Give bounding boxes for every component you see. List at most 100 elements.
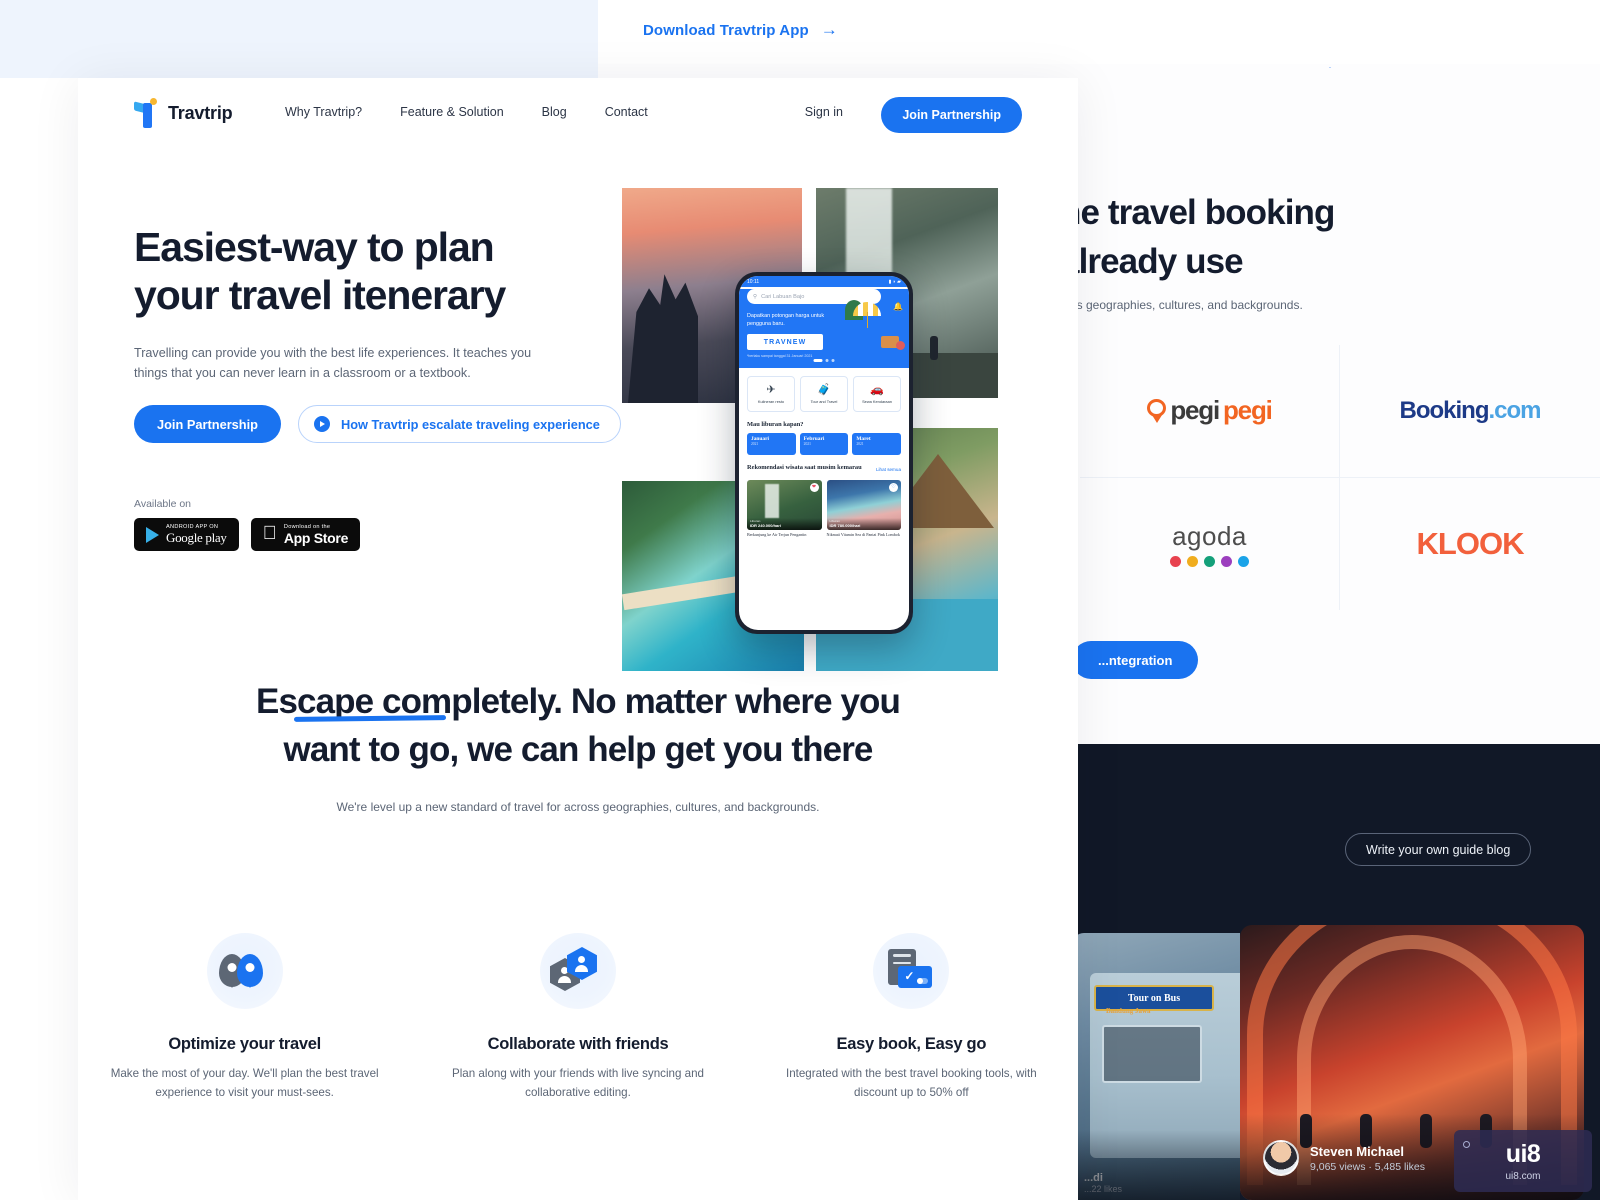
phone-rec-caption: Berkunjung ke Air Terjun Pengantin [747,532,807,538]
brand-name: Travtrip [168,102,233,123]
write-guide-blog-button[interactable]: Write your own guide blog [1345,833,1532,866]
blog-card-a-meta: ...di ...22 likes [1072,1172,1122,1194]
phone-banner-illustration [845,300,907,352]
partner-logo-agoda: agoda [1080,477,1340,610]
hero-subtitle: Travelling can provide you with the best… [134,346,532,381]
phone-search-placeholder: Cari Labuan Bajo [761,293,805,300]
download-app-label: Download Travtrip App [643,21,809,39]
partners-title: he travel booking already use [1060,193,1335,281]
phone-category-label: Sewa Kendaraan [862,398,892,404]
phone-rec-card[interactable]: ❤ Liburan IDR 240.000/hari Berkunjung ke… [747,479,822,538]
mid-title: Escape completely. No matter where you w… [256,682,901,769]
sign-in-link[interactable]: Sign in [805,105,843,119]
hero-title: Easiest-way to plan your travel itenerar… [134,223,574,320]
heart-outline-icon[interactable]: ♡ [889,482,898,492]
feature-card-easy-book: ✓ Easy book, Easy go Integrated with the… [745,933,1078,1103]
phone-rec-caption: Nikmati Vitamin Sea di Pantai Pink Lombo… [826,532,900,538]
author-stats: 9,065 views · 5,485 likes [1310,1160,1425,1173]
google-play-badge[interactable]: ANDROID APP ON Google play [134,518,239,551]
phone-month-chip[interactable]: Februari 2021 [799,433,849,456]
bus-sign-sub: Bandung Jawa [1106,1007,1151,1015]
feature-card-optimize: Optimize your travel Make the most of yo… [78,933,411,1103]
booking-card-icon: ✓ [873,933,950,1009]
feature-title: Optimize your travel [168,1035,321,1053]
feature-card-collaborate: Collaborate with friends Plan along with… [411,933,744,1103]
join-partnership-nav-button[interactable]: Join Partnership [881,97,1022,133]
watermark-url: ui8.com [1505,1171,1541,1182]
blog-card-a-author: ...di [1084,1172,1103,1184]
feature-description: Plan along with your friends with live s… [452,1067,704,1099]
brand-logo[interactable]: Travtrip [134,98,233,128]
partners-subtitle: ross geographies, cultures, and backgrou… [1060,298,1303,312]
phone-status-bar: 10:11 ▮ ◗ ▰ [739,276,909,287]
join-partnership-hero-button[interactable]: Join Partnership [134,405,281,443]
avatar [1263,1140,1299,1176]
phone-category-item[interactable]: ✈ Kulineran resto [747,376,795,413]
blog-card-tour-on-bus[interactable]: Tour on Bus Bandung Jawa ...di ...22 lik… [1072,933,1240,1200]
integration-button[interactable]: ...ntegration [1072,641,1199,679]
mid-section: Escape completely. No matter where you w… [78,678,1078,814]
phone-month-chip[interactable]: Januari 2021 [747,433,796,456]
phone-month-chip[interactable]: Maret 2021 [852,433,902,456]
nav-item-why-travtrip[interactable]: Why Travtrip? [285,105,362,119]
store-badges: ANDROID APP ON Google play  Download on… [134,518,361,551]
restaurant-icon: ✈ [766,383,776,396]
available-on-label: Available on [134,498,192,510]
heart-filled-icon[interactable]: ❤ [809,482,819,492]
phone-promo-text: Dapatkan potongan harga untuk pengguna b… [747,313,825,327]
phone-category-label: Tour and Travel [810,398,838,404]
partner-logo-grid: pegi pegi Booking.com agoda KLOOK [1080,345,1600,610]
phone-category-item[interactable]: 🚗 Sewa Kendaraan [853,376,901,413]
phone-see-all-link[interactable]: Lihat semua [876,467,901,473]
partner-logo-booking: Booking.com [1340,345,1600,478]
phone-month-row: Januari 2021 Februari 2021 Maret 2021 [739,428,909,456]
feature-title: Easy book, Easy go [836,1035,987,1053]
ui8-watermark: ui8 ui8.com [1454,1130,1592,1192]
background-tint-left [0,0,600,78]
phone-carousel-dots[interactable] [813,359,835,363]
blog-card-a-stats: ...22 likes [1084,1184,1123,1194]
main-page-card: Travtrip Why Travtrip? Feature & Solutio… [78,78,1078,1200]
pegipegi-pin-icon [1147,398,1167,423]
mid-subtitle: We're level up a new standard of travel … [336,799,820,814]
nav-links: Why Travtrip? Feature & Solution Blog Co… [285,105,648,119]
phone-screen: 10:11 ▮ ◗ ▰ ⚲ Cari Labuan Bajo 🔔 Dapatka… [739,276,909,630]
play-icon [313,416,330,432]
car-icon: 🚗 [870,383,884,396]
agoda-dots [1170,555,1249,567]
phone-status-icons: ▮ ◗ ▰ [888,278,901,285]
app-store-main: App Store [269,529,349,546]
author-name: Steven Michael [1310,1143,1404,1159]
phone-status-time: 10:11 [747,278,760,285]
phone-rec-card[interactable]: ♡ Liburan IDR 780.000/hari Nikmati Vitam… [826,479,901,538]
blog-author: Steven Michael 9,065 views · 5,485 likes [1263,1140,1425,1176]
map-pins-icon [206,933,283,1009]
phone-category-item[interactable]: 🧳 Tour and Travel [800,376,848,413]
partner-logo-klook: KLOOK [1416,525,1525,561]
download-app-link[interactable]: Download Travtrip App → [643,20,838,40]
phone-promo-code[interactable]: TRAVNEW [747,334,823,351]
phone-recommendation-cards: ❤ Liburan IDR 240.000/hari Berkunjung ke… [739,473,909,538]
arrow-right-icon: → [820,20,838,39]
google-play-main: Google play [166,530,227,546]
phone-hero-banner: ⚲ Cari Labuan Bajo 🔔 Dapatkan potongan h… [739,289,909,369]
hero-title-line2: your travel itenerary [134,272,506,319]
phone-mockup: 10:11 ▮ ◗ ▰ ⚲ Cari Labuan Bajo 🔔 Dapatka… [735,272,913,634]
nav-item-blog[interactable]: Blog [542,105,567,119]
watermark-dot-icon [1463,1141,1470,1148]
bus-window [1102,1025,1202,1083]
nav-item-contact[interactable]: Contact [605,105,648,119]
watermark-logo: ui8 [1505,1140,1541,1168]
feature-list: Optimize your travel Make the most of yo… [78,933,1078,1103]
phone-section-title-2: Rekomendasi wisata saat musim kemarau Li… [747,464,901,473]
phone-category-row: ✈ Kulineran resto 🧳 Tour and Travel 🚗 Se… [739,368,909,413]
feature-description: Integrated with the best travel booking … [785,1067,1037,1099]
phone-promo-terms: *berlaku sampai tanggal 31 Januari 2021 [747,354,813,359]
feature-title: Collaborate with friends [487,1035,669,1053]
nav-item-feature-solution[interactable]: Feature & Solution [400,105,504,119]
search-icon: ⚲ [753,293,758,300]
phone-category-label: Kulineran resto [757,398,785,404]
apple-icon:  [263,524,277,543]
app-store-badge[interactable]:  Download on the App Store [250,518,361,551]
hero-image-collage: 10:11 ▮ ◗ ▰ ⚲ Cari Labuan Bajo 🔔 Dapatka… [544,188,1024,671]
